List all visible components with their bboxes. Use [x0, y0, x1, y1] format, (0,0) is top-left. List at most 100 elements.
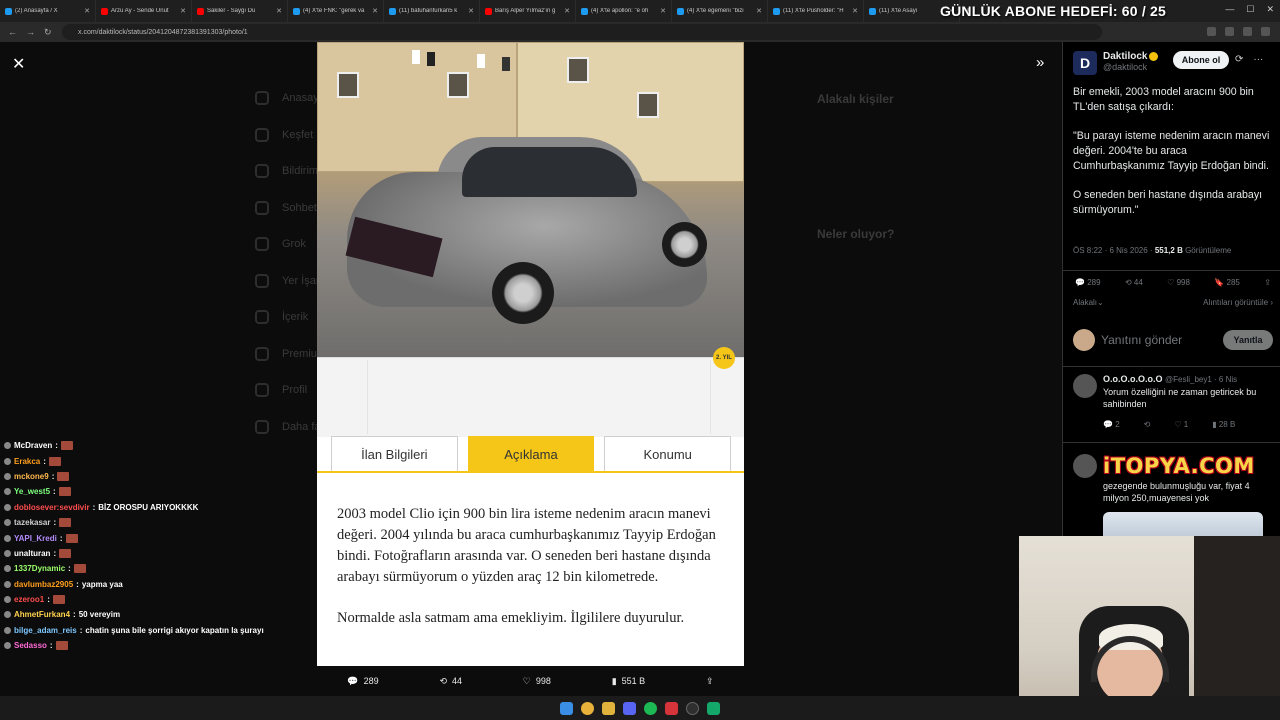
close-tab-icon[interactable]: ✕: [468, 7, 474, 15]
chat-username[interactable]: Ye_west5: [14, 487, 50, 496]
chat-username[interactable]: McDraven: [14, 441, 52, 450]
app-icon[interactable]: [665, 701, 678, 715]
tweet-photo[interactable]: 2. YIL İlan Bilgileri Açıklama Konumu 2003…: [317, 42, 744, 666]
tweet-paragraph: "Bu parayı isteme nedenim aracın manevi …: [1073, 130, 1270, 172]
extension-icon[interactable]: [1243, 27, 1252, 36]
close-tab-icon[interactable]: ✕: [276, 7, 282, 15]
author-name[interactable]: Daktilock: [1103, 51, 1147, 62]
chat-badge-icon: [4, 519, 11, 527]
reply-item[interactable]: O.o.O.o.O.o.O @Fesli_bey1 · 6 Nis Yorum …: [1073, 374, 1273, 429]
browser-tab[interactable]: Arzu Ay - Sende Unut ✕: [96, 0, 192, 22]
extension-icon[interactable]: [1225, 27, 1234, 36]
browser-tab[interactable]: (11) X'te Pusholder: "H ✕: [768, 0, 864, 22]
close-window-icon[interactable]: ✕: [1266, 4, 1274, 15]
tab-favicon-icon: [581, 7, 588, 15]
close-tab-icon[interactable]: ✕: [372, 7, 378, 15]
discord-icon[interactable]: [623, 701, 636, 715]
reply-input[interactable]: Yanıtını gönder: [1101, 333, 1217, 347]
nav-item-label: Profil: [282, 384, 308, 396]
view-quotes-link[interactable]: Alıntıları görüntüle ›: [1203, 298, 1273, 307]
chat-username[interactable]: doblosever:sevdivir: [14, 503, 90, 512]
author-handle[interactable]: @daktilock: [1103, 62, 1158, 72]
related-people-heading: Alakalı kişiler: [817, 92, 894, 106]
chat-username[interactable]: Erakca: [14, 457, 40, 466]
chat-username[interactable]: 1337Dynamic: [14, 564, 65, 573]
emote-icon: [55, 641, 68, 651]
browser-tab[interactable]: (4) X'te apollon: "e oh ✕: [576, 0, 672, 22]
close-tab-icon[interactable]: ✕: [852, 7, 858, 15]
close-tab-icon[interactable]: ✕: [660, 7, 666, 15]
views-stat[interactable]: ▮ 28 B: [1212, 420, 1235, 429]
views-action[interactable]: ▮ 551 B: [612, 676, 645, 687]
profile-icon[interactable]: [1261, 27, 1270, 36]
collapse-sidebar-icon[interactable]: »: [1036, 54, 1044, 71]
reply-stat[interactable]: 💬 289: [1075, 278, 1101, 287]
avatar[interactable]: D: [1073, 51, 1097, 75]
reply-action[interactable]: 💬 289: [347, 676, 378, 687]
window-controls: — ☐ ✕: [1225, 4, 1274, 15]
browser-tab[interactable]: (4) X'te FNK: "gerek va ✕: [288, 0, 384, 22]
close-tab-icon[interactable]: ✕: [756, 7, 762, 15]
grok-icon[interactable]: ⟳: [1235, 54, 1243, 65]
repost-stat[interactable]: ⟲ 44: [1125, 278, 1143, 287]
reply-stat[interactable]: 💬 2: [1103, 420, 1120, 429]
app-icon[interactable]: [707, 701, 720, 715]
emote-icon: [65, 533, 78, 543]
chat-username[interactable]: ezeroo1: [14, 595, 44, 604]
browser-tab[interactable]: (11) batuhanfurkan5 k ✕: [384, 0, 480, 22]
minimize-icon[interactable]: —: [1225, 4, 1234, 15]
subscriber-goal-overlay: GÜNLÜK ABONE HEDEFİ: 60 / 25: [940, 3, 1167, 19]
more-icon[interactable]: ···: [1253, 54, 1263, 65]
chrome-icon[interactable]: [581, 701, 594, 715]
bookmark-stat[interactable]: 🔖 285: [1214, 278, 1240, 287]
chat-badge-icon: [4, 565, 11, 573]
relevance-dropdown[interactable]: Alakalı⌄: [1073, 298, 1104, 307]
browser-tab[interactable]: (4) X'te egemeni "bizi ✕: [672, 0, 768, 22]
like-action[interactable]: ♡ 998: [523, 676, 551, 687]
share-action[interactable]: ⇪: [706, 676, 714, 687]
chat-badge-icon: [4, 488, 11, 496]
tab-favicon-icon: [869, 7, 876, 15]
folder-icon[interactable]: [602, 701, 615, 715]
chat-username[interactable]: davlumbaz2905: [14, 580, 73, 589]
chat-username[interactable]: mckone9: [14, 472, 49, 481]
start-icon[interactable]: [560, 701, 573, 715]
browser-tab[interactable]: (2) Anasayfa / X ✕: [0, 0, 96, 22]
repost-action[interactable]: ⟲ 44: [439, 676, 462, 687]
subscribe-button[interactable]: Abone ol: [1173, 51, 1229, 69]
like-stat[interactable]: ♡ 1: [1174, 420, 1188, 429]
browser-tab[interactable]: Sakiler - Saygı Du ✕: [192, 0, 288, 22]
chat-username[interactable]: unalturan: [14, 549, 50, 558]
chat-username[interactable]: bilge_adam_reis: [14, 626, 77, 635]
chat-badge-icon: [4, 580, 11, 588]
reply-button[interactable]: Yanıtla: [1223, 330, 1273, 350]
forward-icon[interactable]: →: [26, 27, 35, 38]
close-tab-icon[interactable]: ✕: [84, 7, 90, 15]
spotify-icon[interactable]: [644, 701, 657, 715]
url-field[interactable]: x.com/daktilock/status/20412048723813913…: [62, 24, 1102, 40]
anniversary-badge: 2. YIL: [713, 347, 735, 369]
listing-tab: Açıklama: [467, 436, 595, 472]
chat-username[interactable]: AhmetFurkan4: [14, 610, 70, 619]
chat-message: 1337Dynamic :: [0, 561, 320, 576]
extension-icon[interactable]: [1207, 27, 1216, 36]
chat-username[interactable]: Sedasso: [14, 641, 47, 650]
close-tab-icon[interactable]: ✕: [564, 7, 570, 15]
share-icon[interactable]: ⇪: [1264, 278, 1271, 287]
chat-username[interactable]: YAPI_Kredi: [14, 534, 57, 543]
chat-message: mckone9 :: [0, 469, 320, 484]
close-viewer-icon[interactable]: ✕: [12, 54, 25, 74]
close-tab-icon[interactable]: ✕: [180, 7, 186, 15]
back-icon[interactable]: ←: [8, 27, 17, 38]
browser-tab[interactable]: Barış Alper Yılmaz'ın g ✕: [480, 0, 576, 22]
maximize-icon[interactable]: ☐: [1246, 4, 1254, 15]
like-stat[interactable]: ♡ 998: [1167, 278, 1190, 287]
chat-username[interactable]: tazekasar: [14, 518, 50, 527]
description-paragraph: 2003 model Clio için 900 bin lira isteme…: [337, 506, 716, 585]
obs-icon[interactable]: [686, 701, 699, 715]
repost-stat[interactable]: ⟲: [1144, 420, 1151, 429]
chat-text: yapma yaa: [81, 579, 123, 589]
sponsor-watermark: iTOPYA.COM: [1103, 454, 1255, 478]
reload-icon[interactable]: ↻: [44, 27, 52, 38]
avatar: [1073, 374, 1097, 398]
